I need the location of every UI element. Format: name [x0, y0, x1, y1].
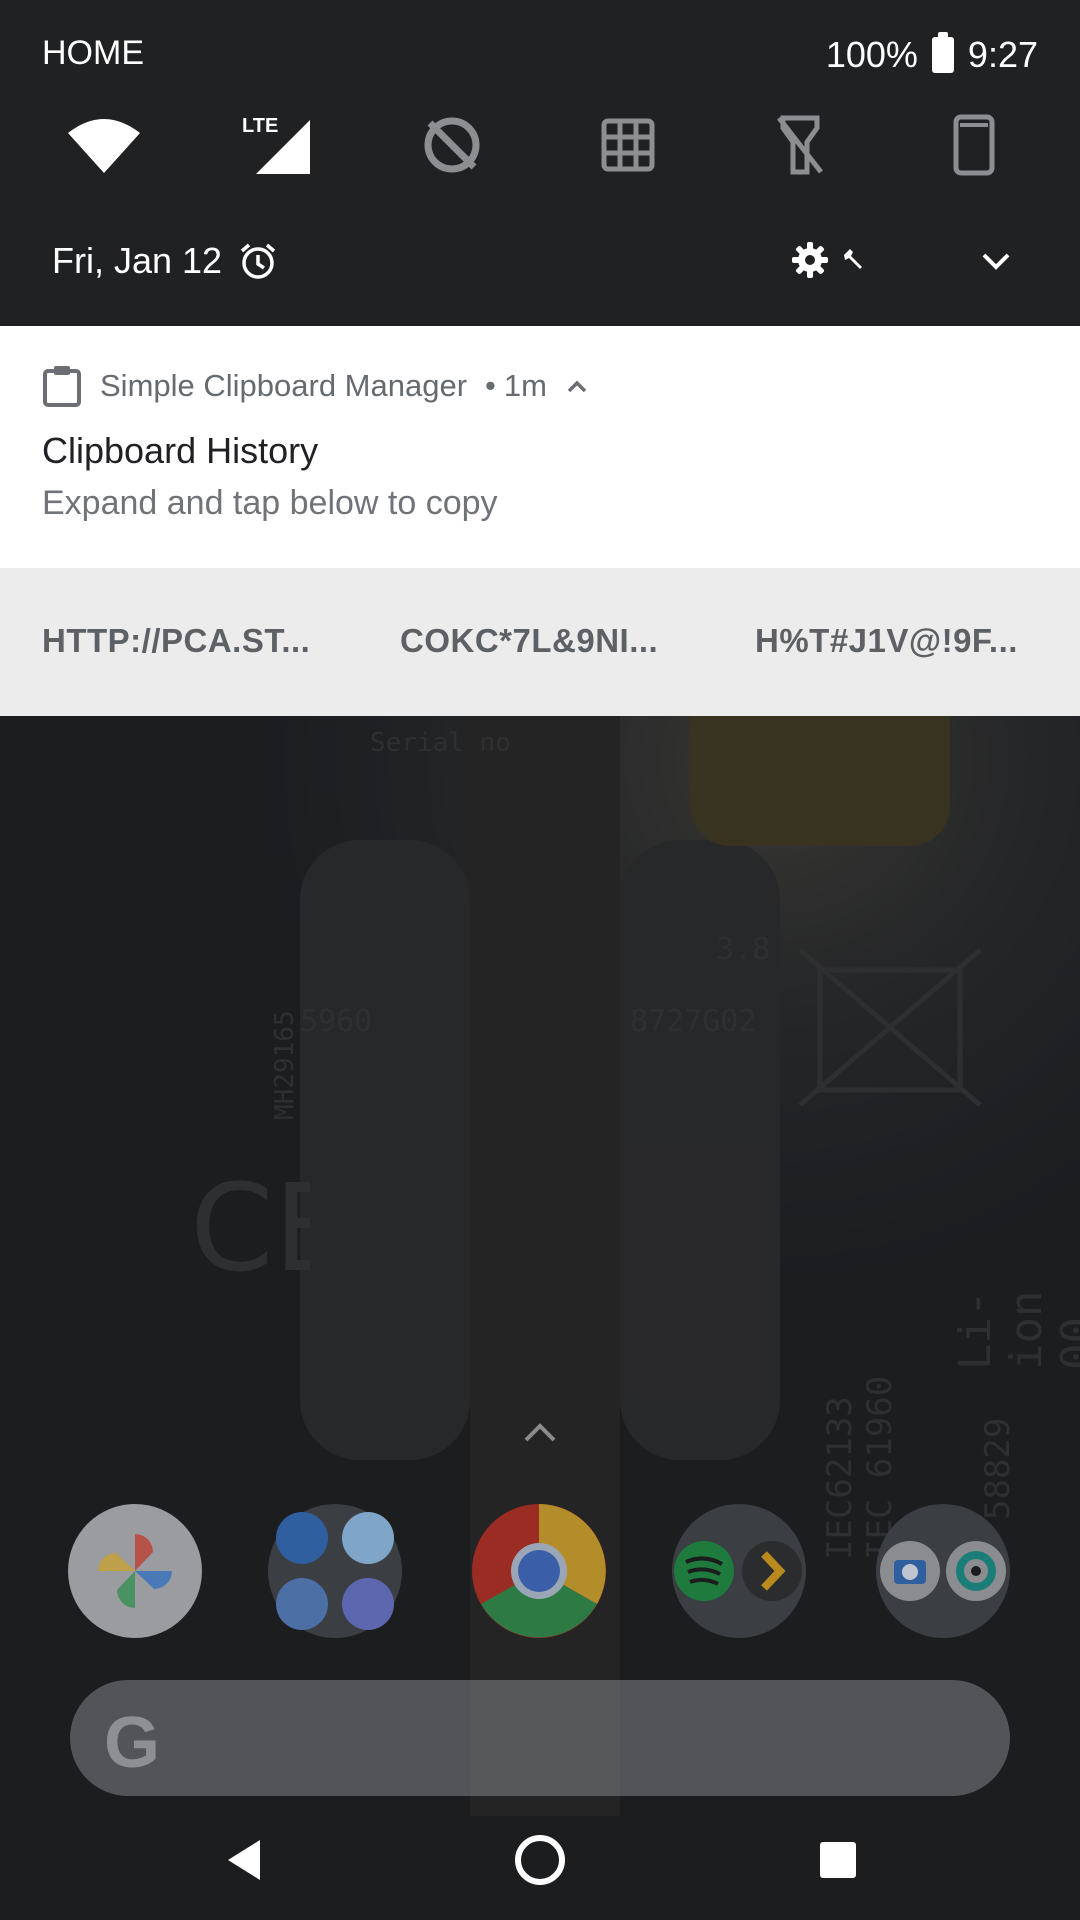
notification-app-name: Simple Clipboard Manager	[100, 368, 468, 403]
quick-settings-row: LTE	[0, 110, 1080, 180]
settings-button[interactable]	[790, 240, 866, 280]
messaging-folder[interactable]	[268, 1504, 402, 1638]
camera-folder[interactable]	[876, 1504, 1010, 1638]
wifi-icon	[68, 119, 140, 173]
clip-action-1[interactable]: HTTP://PCA.ST...	[42, 622, 310, 660]
notification-separator: •	[485, 368, 496, 403]
chrome-icon	[481, 1504, 606, 1638]
google-g-logo: G	[104, 1703, 161, 1783]
battery-percent: 100%	[825, 34, 918, 75]
date-row: Fri, Jan 12	[52, 240, 278, 282]
expand-quick-settings-chevron-icon[interactable]	[978, 243, 1014, 279]
messaging-folder-icon	[276, 1512, 394, 1630]
chrome-app[interactable]	[472, 1504, 606, 1638]
navigation-bar	[0, 1800, 1080, 1920]
collapse-chevron-icon[interactable]	[565, 378, 589, 394]
cell-signal-icon: LTE	[242, 115, 310, 174]
data-saver-off-icon	[424, 117, 480, 173]
qs-tile-flashlight[interactable]	[760, 110, 840, 180]
auto-rotate-icon	[953, 114, 995, 176]
qs-tile-wifi[interactable]	[64, 110, 144, 180]
camera-folder-icon	[880, 1541, 1006, 1601]
back-icon[interactable]	[216, 1832, 272, 1888]
network-type-label: LTE	[242, 115, 278, 137]
qs-tile-grid[interactable]	[588, 110, 668, 180]
google-photos-icon	[98, 1534, 172, 1608]
notification-text: Expand and tap below to copy	[42, 484, 498, 522]
qs-tile-data-saver[interactable]	[412, 110, 492, 180]
clipboard-icon	[43, 366, 81, 407]
status-right-group: 100% 9:27	[825, 32, 1038, 76]
status-carrier: HOME	[42, 34, 144, 72]
google-search-bar[interactable]: G	[70, 1680, 1010, 1796]
app-drawer-chevron-icon[interactable]	[520, 1418, 560, 1444]
qs-tile-cellular[interactable]: LTE	[236, 110, 316, 180]
alarm-icon[interactable]	[238, 241, 278, 281]
quick-settings-panel: HOME 100% 9:27 LTE Fri, Jan 12	[0, 0, 1080, 326]
flashlight-off-icon	[777, 115, 823, 175]
clip-action-3[interactable]: H%T#J1V@!9F...	[755, 622, 1018, 660]
notification-header: Simple Clipboard Manager • 1m	[42, 364, 589, 408]
music-folder-icon	[674, 1541, 802, 1601]
qs-tile-rotate[interactable]	[934, 110, 1014, 180]
notification-age: 1m	[503, 368, 547, 403]
wrench-icon	[844, 249, 862, 269]
notification-title: Clipboard History	[42, 430, 319, 471]
music-folder[interactable]	[672, 1504, 806, 1638]
clock: 9:27	[967, 34, 1038, 75]
date-text[interactable]: Fri, Jan 12	[52, 240, 222, 282]
recents-icon[interactable]	[810, 1832, 866, 1888]
gear-icon	[792, 242, 828, 278]
google-photos-app[interactable]	[68, 1504, 202, 1638]
clip-action-2[interactable]: COKC*7L&9NI...	[400, 622, 658, 660]
battery-icon	[931, 32, 954, 73]
grid-icon	[601, 118, 655, 172]
notification-actions: HTTP://PCA.ST... COKC*7L&9NI... H%T#J1V@…	[0, 568, 1080, 716]
clipboard-notification[interactable]: Simple Clipboard Manager • 1m Clipboard …	[0, 326, 1080, 568]
home-icon[interactable]	[512, 1832, 568, 1888]
